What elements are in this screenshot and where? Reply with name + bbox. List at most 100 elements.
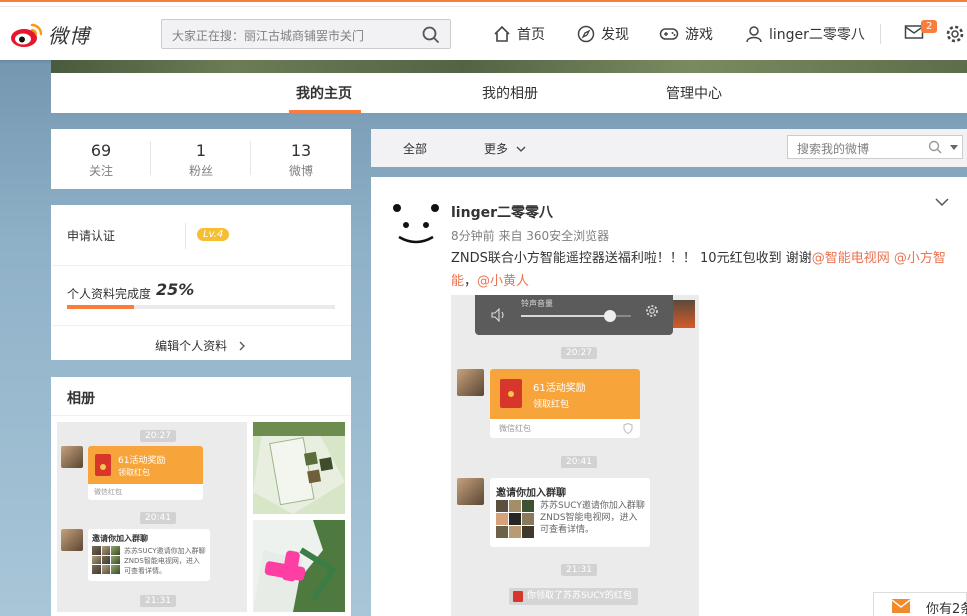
active-tab-indicator (289, 110, 361, 113)
album-photo-3[interactable] (253, 520, 345, 612)
group-invite-card: 邀请你加入群聊 苏苏SUCY邀请你加入群聊ZNDS智能电视网，进入可查看详情。 (490, 478, 650, 547)
nav-settings[interactable] (945, 24, 967, 44)
edit-profile-label: 编辑个人资料 (155, 339, 228, 353)
red-envelope-icon (513, 591, 523, 602)
avatar (457, 369, 484, 396)
chat-time-label: 21:31 (140, 595, 176, 607)
search-icon[interactable] (928, 140, 942, 154)
search-placeholder: 大家正在搜：丽江古城商铺罢市关门 (172, 29, 365, 43)
product-box-photo (253, 422, 345, 514)
weibo-logo[interactable]: 微博 (10, 20, 90, 49)
nav-home[interactable]: 首页 (493, 24, 545, 44)
completion-percent: 25% (156, 280, 195, 299)
volume-label: 铃声音量 (521, 299, 553, 308)
red-envelope-icon (95, 454, 111, 476)
packet-subtitle: 领取红包 (118, 468, 150, 477)
nav-user[interactable]: linger二零零八 (745, 24, 865, 44)
weibo-eye-icon (11, 23, 43, 47)
group-avatar-grid (92, 546, 120, 574)
packet-footer: 微信红包 (94, 488, 122, 496)
post-author[interactable]: linger二零零八 (451, 202, 553, 222)
stat-following-count: 69 (90, 141, 112, 160)
nav-games-label: 游戏 (685, 27, 713, 43)
packet-subtitle: 领取红包 (533, 400, 570, 410)
stat-weibo[interactable]: 13 微博 (251, 141, 351, 179)
divider (51, 415, 351, 416)
avatar[interactable] (391, 199, 441, 249)
mention-link[interactable]: @智能电视网 (812, 251, 890, 266)
completion-progress-bar (67, 305, 335, 309)
packet-title: 61活动奖励 (533, 383, 586, 394)
brand-name: 微博 (48, 24, 90, 48)
chat-time-label: 20:41 (561, 456, 597, 468)
mention-link[interactable]: @小黄人 (477, 274, 529, 289)
tab-my-album[interactable]: 我的相册 (482, 83, 538, 103)
completion-progress-fill (67, 305, 134, 309)
home-icon (494, 25, 510, 42)
my-weibo-search-input[interactable]: 搜索我的微博 (787, 135, 963, 159)
dropdown-triangle-icon[interactable] (950, 145, 958, 151)
volume-panel: 铃声音量 (475, 295, 673, 335)
tab-manage-center[interactable]: 管理中心 (666, 83, 722, 103)
mail-icon (892, 599, 910, 613)
filter-more-label: 更多 (484, 142, 509, 156)
chat-time-label: 21:31 (561, 564, 597, 576)
feed-filter-bar: 全部 更多 搜索我的微博 (371, 129, 967, 167)
stat-fans[interactable]: 1 粉丝 (151, 141, 251, 179)
level-badge[interactable]: Lv.4 (197, 228, 230, 241)
group-invite-card: 邀请你加入群聊 苏苏SUCY邀请你加入群聊ZNDS智能电视网，进入可查看详情。 (88, 529, 210, 581)
post-separator: ， (464, 274, 478, 289)
apply-verify-link[interactable]: 申请认证 (67, 227, 115, 244)
search-input[interactable]: 大家正在搜：丽江古城商铺罢市关门 (161, 19, 451, 49)
message-badge: 2 (921, 20, 938, 33)
divider (51, 325, 351, 326)
remote-photo (253, 520, 345, 612)
volume-knob (604, 310, 616, 322)
filter-all[interactable]: 全部 (403, 140, 427, 157)
nav-discover[interactable]: 发现 (577, 24, 629, 44)
stat-fans-count: 1 (195, 141, 207, 160)
chat-time-label: 20:41 (140, 512, 176, 524)
album-card: 相册 20:27 61活动奖励 领取红包 微信红包 20:41 邀请你加入群聊 … (51, 377, 351, 616)
search-icon[interactable] (422, 26, 440, 44)
avatar (61, 446, 83, 468)
message-popup-text: 你有2条 (926, 602, 967, 616)
stat-weibo-label: 微博 (288, 164, 313, 178)
nav-discover-label: 发现 (601, 27, 629, 43)
verify-divider (185, 223, 186, 249)
my-weibo-search-placeholder: 搜索我的微博 (797, 142, 870, 156)
filter-more[interactable]: 更多 (484, 140, 526, 157)
toast-text: 你领取了苏苏SUCY的红包 (527, 591, 632, 601)
chat-time-label: 20:27 (140, 430, 176, 442)
post-body: ZNDS联合小方智能遥控器送福利啦！！！ 10元红包收到 谢谢 (451, 251, 812, 266)
album-photo-1[interactable]: 20:27 61活动奖励 领取红包 微信红包 20:41 邀请你加入群聊 苏苏S… (57, 422, 247, 612)
nav-divider (880, 24, 881, 44)
post-image[interactable]: 铃声音量 20:27 61活动奖励 领取红包 微信红包 20:41 邀请你加入群… (451, 295, 699, 616)
chevron-down-icon (516, 146, 526, 152)
divider (51, 265, 351, 266)
post-text: ZNDS联合小方智能遥控器送福利啦！！！ 10元红包收到 谢谢@智能电视网 @小… (451, 247, 951, 293)
profile-tabs: 我的主页 我的相册 管理中心 (51, 73, 967, 113)
gear-icon (646, 305, 658, 317)
stat-weibo-count: 13 (290, 141, 312, 160)
post-meta: 8分钟前 来自 360安全浏览器 (451, 229, 610, 243)
nav-user-label: linger二零零八 (769, 27, 865, 43)
weibo-post: linger二零零八 8分钟前 来自 360安全浏览器 ZNDS联合小方智能遥控… (371, 177, 967, 616)
stat-following-label: 关注 (88, 164, 113, 178)
profile-card: 申请认证 Lv.4 个人资料完成度 25% 编辑个人资料 (51, 205, 351, 360)
edit-profile-button[interactable]: 编辑个人资料 (51, 337, 351, 354)
speaker-icon (491, 308, 504, 322)
tab-my-home[interactable]: 我的主页 (296, 83, 352, 103)
chat-time-label: 20:27 (561, 347, 597, 359)
stat-following[interactable]: 69 关注 (51, 141, 151, 179)
message-popup[interactable]: 你有2条 (873, 592, 967, 616)
red-envelope-icon (500, 379, 522, 408)
cover-image (51, 60, 967, 73)
nav-games[interactable]: 游戏 (659, 24, 713, 44)
chevron-down-icon[interactable] (935, 197, 949, 207)
avatar (457, 478, 484, 505)
shield-icon (623, 423, 633, 434)
compass-icon (577, 25, 595, 43)
red-packet-card: 61活动奖励 领取红包 微信红包 (490, 369, 640, 438)
album-photo-2[interactable] (253, 422, 345, 514)
